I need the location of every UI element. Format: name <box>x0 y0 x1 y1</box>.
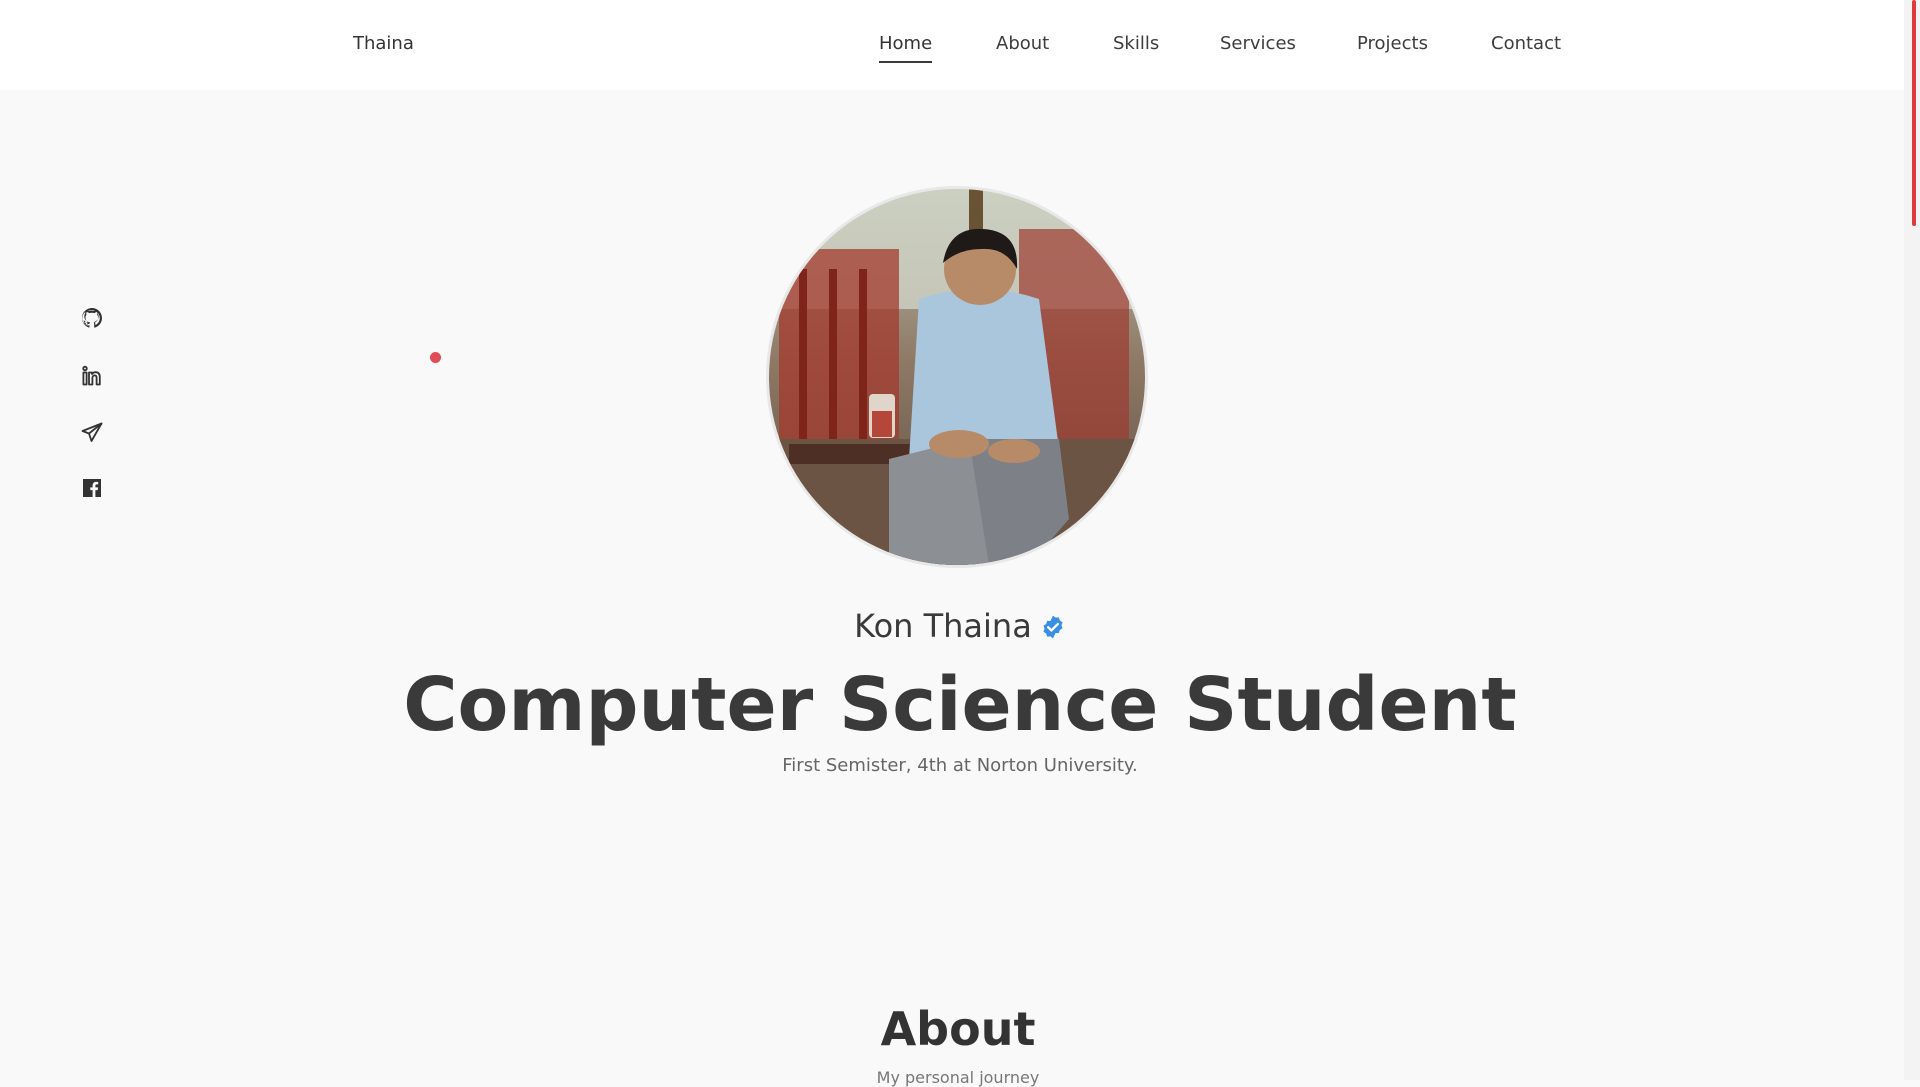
nav-skills[interactable]: Skills <box>1113 33 1159 54</box>
nav-projects[interactable]: Projects <box>1357 33 1428 54</box>
hero-title: Computer Science Student <box>403 662 1517 748</box>
facebook-icon[interactable] <box>78 474 106 502</box>
hero-name-row: Kon Thaina <box>0 607 1920 645</box>
nav-services[interactable]: Services <box>1220 33 1296 54</box>
scrollbar-thumb[interactable] <box>1912 0 1916 226</box>
linkedin-icon[interactable] <box>78 362 106 390</box>
hero-name: Kon Thaina <box>854 607 1032 645</box>
telegram-icon[interactable] <box>78 418 106 446</box>
github-icon[interactable] <box>78 304 106 332</box>
hero-subtitle: First Semister, 4th at Norton University… <box>782 755 1138 776</box>
about-title: About <box>880 1002 1036 1056</box>
profile-photo <box>769 189 1145 565</box>
nav-about[interactable]: About <box>996 33 1049 54</box>
nav-contact[interactable]: Contact <box>1491 33 1561 54</box>
cursor-dot <box>430 352 441 363</box>
nav-home[interactable]: Home <box>879 33 933 63</box>
about-subtitle: My personal journey <box>876 1068 1040 1087</box>
verified-badge-icon <box>1040 610 1066 639</box>
site-header: Thaina Home About Skills Services Projec… <box>0 0 1904 90</box>
main-nav: Home About Skills Services Projects Cont… <box>0 33 1904 63</box>
page-scrollbar[interactable] <box>1904 0 1920 1080</box>
